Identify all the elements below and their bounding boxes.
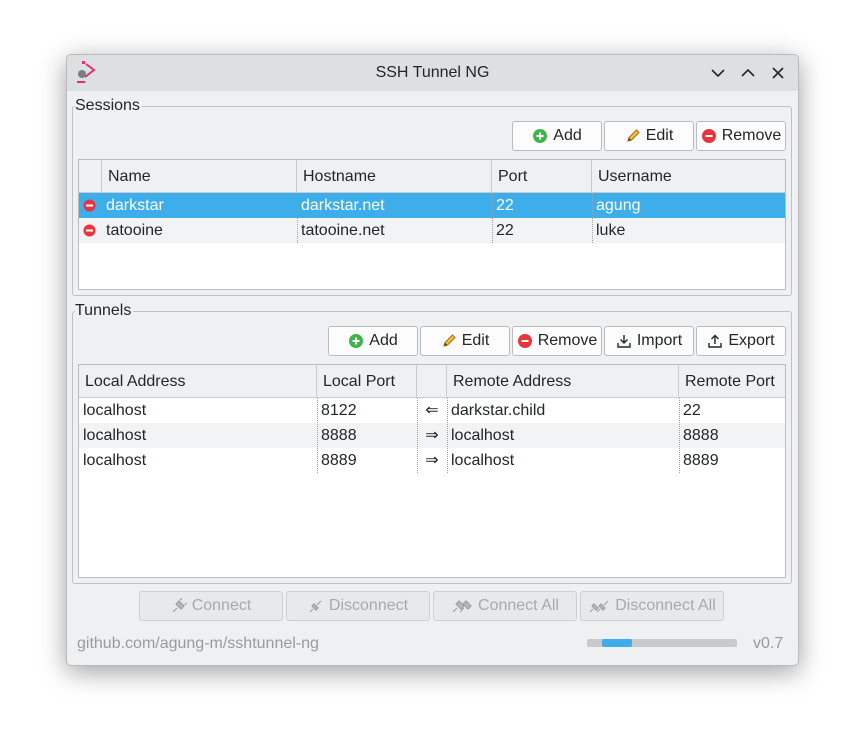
session-port: 22: [496, 197, 514, 214]
tunnels-header-local-address[interactable]: Local Address: [79, 365, 317, 398]
disconnect-all-label: Disconnect All: [615, 597, 716, 614]
version-label: v0.7: [753, 635, 784, 652]
tunnels-header-remote-address[interactable]: Remote Address: [447, 365, 679, 398]
download-icon: [617, 335, 631, 348]
project-link[interactable]: github.com/agung-m/sshtunnel-ng: [77, 634, 319, 654]
plug-icon: [172, 598, 187, 613]
session-username: luke: [596, 222, 626, 239]
tunnel-remote-address: localhost: [451, 452, 515, 469]
add-tunnel-label: Add: [369, 332, 398, 349]
disconnect-all-button[interactable]: Disconnect All: [580, 591, 724, 621]
edit-tunnel-label: Edit: [461, 332, 490, 349]
connect-all-label: Connect All: [478, 597, 559, 614]
edit-tunnel-button[interactable]: Edit: [420, 326, 510, 356]
tunnel-remote-port: 8888: [683, 427, 719, 444]
close-button[interactable]: [766, 61, 790, 85]
tunnel-local-address: localhost: [83, 402, 147, 419]
maximize-button[interactable]: [736, 61, 760, 85]
remove-tunnel-label: Remove: [537, 332, 598, 349]
sessions-header-status[interactable]: [79, 160, 102, 193]
sessions-group-label: Sessions: [75, 97, 142, 115]
column-separator: [679, 398, 680, 473]
tunnel-remote-address: localhost: [451, 427, 515, 444]
add-session-button[interactable]: Add: [512, 121, 602, 151]
tunnel-remote-address: darkstar.child: [451, 402, 546, 419]
remove-session-label: Remove: [721, 127, 782, 144]
tunnel-remote-port: 22: [683, 402, 701, 419]
column-separator: [447, 398, 448, 473]
add-icon: [349, 334, 364, 348]
tunnel-local-port: 8888: [321, 427, 357, 444]
add-icon: [533, 129, 548, 143]
progress-fill: [602, 639, 632, 647]
tunnel-direction-arrow: ⇒: [425, 427, 439, 444]
plug-multiple-icon: [452, 600, 472, 613]
tunnels-header-remote-port[interactable]: Remote Port: [679, 365, 785, 398]
sessions-header-name[interactable]: Name: [102, 160, 297, 193]
add-session-label: Add: [553, 127, 582, 144]
unplug-multiple-icon: [589, 600, 609, 613]
tunnel-local-address: localhost: [83, 452, 147, 469]
chevron-up-icon: [741, 68, 755, 77]
edit-session-label: Edit: [645, 127, 674, 144]
tunnel-local-port: 8889: [321, 452, 357, 469]
progress-bar: [587, 639, 737, 647]
remove-tunnel-button[interactable]: Remove: [512, 326, 602, 356]
upload-icon: [708, 334, 723, 348]
tunnel-local-address: localhost: [83, 427, 147, 444]
edit-session-button[interactable]: Edit: [604, 121, 694, 151]
remove-icon: [517, 334, 532, 348]
connect-button[interactable]: Connect: [139, 591, 283, 621]
session-row[interactable]: tatooine tatooine.net 22 luke: [79, 218, 785, 243]
pencil-icon: [626, 129, 640, 142]
sessions-header-port[interactable]: Port: [492, 160, 592, 193]
connect-label: Connect: [191, 597, 252, 614]
minimize-button[interactable]: [706, 61, 730, 85]
import-tunnels-button[interactable]: Import: [604, 326, 694, 356]
remove-icon: [701, 129, 716, 143]
disconnect-button[interactable]: Disconnect: [286, 591, 430, 621]
column-separator: [492, 193, 493, 243]
tunnel-remote-port: 8889: [683, 452, 719, 469]
import-tunnels-label: Import: [636, 332, 683, 349]
tunnels-group-label: Tunnels: [75, 302, 134, 320]
disconnect-label: Disconnect: [328, 597, 409, 614]
title-bar[interactable]: SSH Tunnel NG: [67, 55, 798, 91]
sessions-table: Name Hostname Port Username darkstar dar…: [78, 159, 786, 290]
close-icon: [772, 67, 784, 79]
session-row[interactable]: darkstar darkstar.net 22 agung: [79, 193, 785, 218]
column-separator: [592, 193, 593, 243]
session-name: darkstar: [106, 197, 164, 214]
column-separator: [317, 398, 318, 473]
disconnected-icon: [83, 199, 96, 212]
session-name: tatooine: [106, 222, 163, 239]
tunnel-direction-arrow: ⇒: [425, 452, 439, 469]
tunnels-table: Local Address Local Port Remote Address …: [78, 364, 786, 578]
unplug-icon: [309, 600, 322, 613]
chevron-down-icon: [711, 69, 725, 78]
disconnected-icon: [83, 224, 96, 237]
tunnels-header-local-port[interactable]: Local Port: [317, 365, 417, 398]
tunnel-direction-arrow: ⇐: [425, 402, 439, 419]
tunnels-header-direction[interactable]: [417, 365, 447, 398]
main-window: SSH Tunnel NG Sessions Add Edit Remove N…: [66, 54, 799, 666]
sessions-header-username[interactable]: Username: [592, 160, 785, 193]
add-tunnel-button[interactable]: Add: [328, 326, 418, 356]
sessions-header-hostname[interactable]: Hostname: [297, 160, 492, 193]
session-username: agung: [596, 197, 641, 214]
export-tunnels-button[interactable]: Export: [696, 326, 786, 356]
connect-all-button[interactable]: Connect All: [433, 591, 577, 621]
column-separator: [417, 398, 418, 473]
pencil-icon: [442, 334, 456, 347]
column-separator: [297, 218, 298, 243]
session-hostname: darkstar.net: [301, 197, 385, 214]
tunnel-local-port: 8122: [321, 402, 357, 419]
export-tunnels-label: Export: [728, 332, 775, 349]
window-title: SSH Tunnel NG: [375, 64, 490, 81]
remove-session-button[interactable]: Remove: [696, 121, 786, 151]
session-hostname: tatooine.net: [301, 222, 385, 239]
session-port: 22: [496, 222, 514, 239]
